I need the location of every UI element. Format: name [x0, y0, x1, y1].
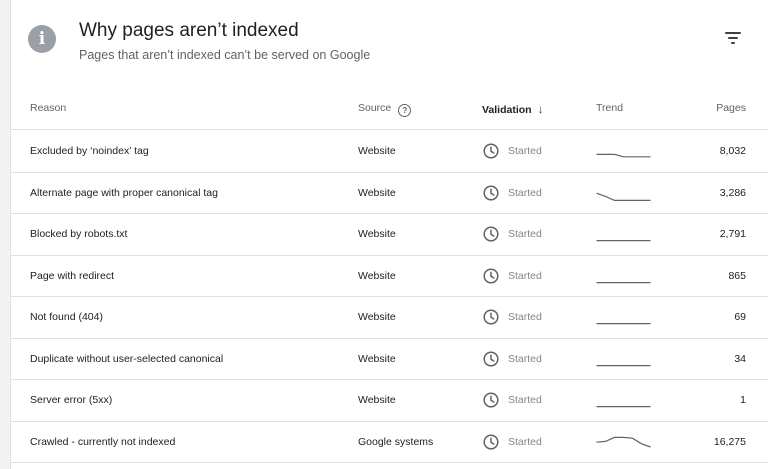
reason-cell: Blocked by robots.txt [30, 228, 128, 240]
trend-sparkline [596, 192, 651, 201]
validation-status: Started [508, 269, 542, 282]
table-row[interactable]: Alternate page with proper canonical tag… [11, 173, 768, 214]
pages-count: 865 [728, 269, 746, 282]
source-cell: Website [358, 311, 396, 323]
clock-icon [483, 392, 499, 408]
clock-icon [483, 309, 499, 325]
trend-sparkline [596, 281, 651, 283]
pages-count: 16,275 [713, 435, 746, 448]
clock-icon [483, 350, 499, 367]
column-header-source-label: Source [358, 102, 392, 114]
column-header-validation[interactable]: Validation ↓ [482, 102, 544, 116]
trend-sparkline [596, 364, 651, 366]
validation-status: Started [508, 186, 542, 199]
validation-status: Started [508, 145, 542, 157]
source-cell: Website [358, 394, 396, 406]
card-subtitle: Pages that aren’t indexed can’t be serve… [79, 48, 371, 62]
validation-status: Started [508, 228, 542, 240]
reason-cell: Page with redirect [30, 269, 115, 282]
filter-icon[interactable] [723, 28, 747, 50]
table-row[interactable]: Excluded by ‘noindex’ tag Website Starte… [11, 131, 768, 173]
table-row[interactable]: Page with redirect Website Started 865 [11, 256, 768, 297]
reason-cell: Alternate page with proper canonical tag [30, 186, 218, 199]
column-header-source[interactable]: Source? [358, 102, 412, 117]
source-cell: Website [358, 352, 396, 365]
trend-sparkline [596, 153, 651, 158]
pages-not-indexed-card: i Why pages aren’t indexed Pages that ar… [10, 0, 768, 469]
reason-cell: Not found (404) [30, 311, 103, 323]
clock-icon [483, 143, 499, 159]
validation-status: Started [508, 394, 542, 406]
pages-count: 34 [734, 352, 746, 365]
source-cell: Website [358, 269, 396, 282]
help-icon[interactable]: ? [398, 104, 412, 117]
source-cell: Website [358, 228, 396, 240]
clock-icon [483, 433, 499, 450]
trend-sparkline [596, 323, 651, 325]
pages-count: 8,032 [719, 145, 746, 157]
clock-icon [483, 226, 499, 242]
pages-count: 1 [740, 394, 746, 406]
sort-descending-icon[interactable]: ↓ [538, 102, 544, 116]
pages-count: 69 [734, 311, 746, 323]
table-row[interactable]: Server error (5xx) Website Started 1 [11, 380, 768, 422]
reason-cell: Crawled - currently not indexed [30, 435, 176, 448]
trend-sparkline [596, 406, 651, 408]
column-header-trend: Trend [596, 102, 624, 114]
validation-status: Started [508, 352, 542, 365]
column-header-validation-label: Validation [482, 104, 532, 116]
clock-icon [483, 184, 499, 201]
table-row[interactable]: Not found (404) Website Started 69 [11, 297, 768, 339]
reason-cell: Duplicate without user-selected canonica… [30, 352, 224, 365]
table-row[interactable]: Crawled - currently not indexed Google s… [11, 422, 768, 463]
source-cell: Google systems [358, 435, 434, 448]
pages-count: 3,286 [719, 186, 746, 199]
table-row[interactable]: Duplicate without user-selected canonica… [11, 339, 768, 380]
trend-sparkline [596, 436, 651, 448]
column-header-reason[interactable]: Reason [30, 102, 66, 114]
source-cell: Website [358, 186, 396, 199]
source-cell: Website [358, 145, 396, 157]
reason-cell: Server error (5xx) [30, 394, 113, 406]
reason-cell: Excluded by ‘noindex’ tag [30, 145, 149, 157]
info-icon: i [28, 25, 56, 53]
table-header: Reason Source? Validation ↓ Trend Pages [11, 88, 768, 130]
validation-status: Started [508, 435, 542, 448]
card-title: Why pages aren’t indexed [79, 20, 299, 41]
trend-sparkline [596, 240, 651, 242]
clock-icon [483, 267, 499, 284]
table-row[interactable]: Blocked by robots.txt Website Started 2,… [11, 214, 768, 256]
validation-status: Started [508, 311, 542, 323]
column-header-pages[interactable]: Pages [716, 102, 746, 114]
pages-count: 2,791 [719, 228, 746, 240]
card-header: i Why pages aren’t indexed Pages that ar… [11, 0, 768, 90]
